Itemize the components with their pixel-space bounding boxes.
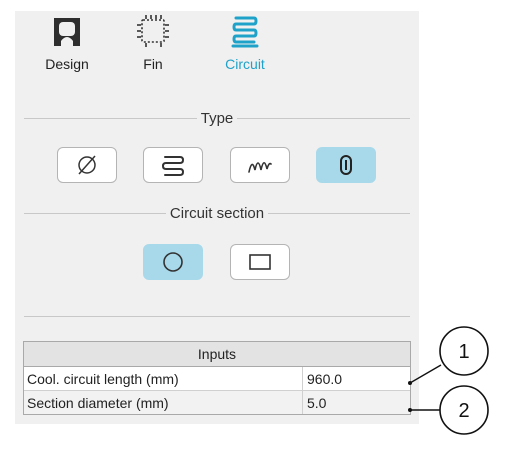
callout-1-dot — [408, 381, 412, 385]
callout-2-text: 2 — [458, 400, 469, 422]
callout-2-dot — [408, 408, 412, 412]
callout-1-text: 1 — [458, 341, 469, 363]
callout-1-leader — [409, 364, 442, 384]
callout-overlay: 1 2 — [408, 326, 489, 435]
